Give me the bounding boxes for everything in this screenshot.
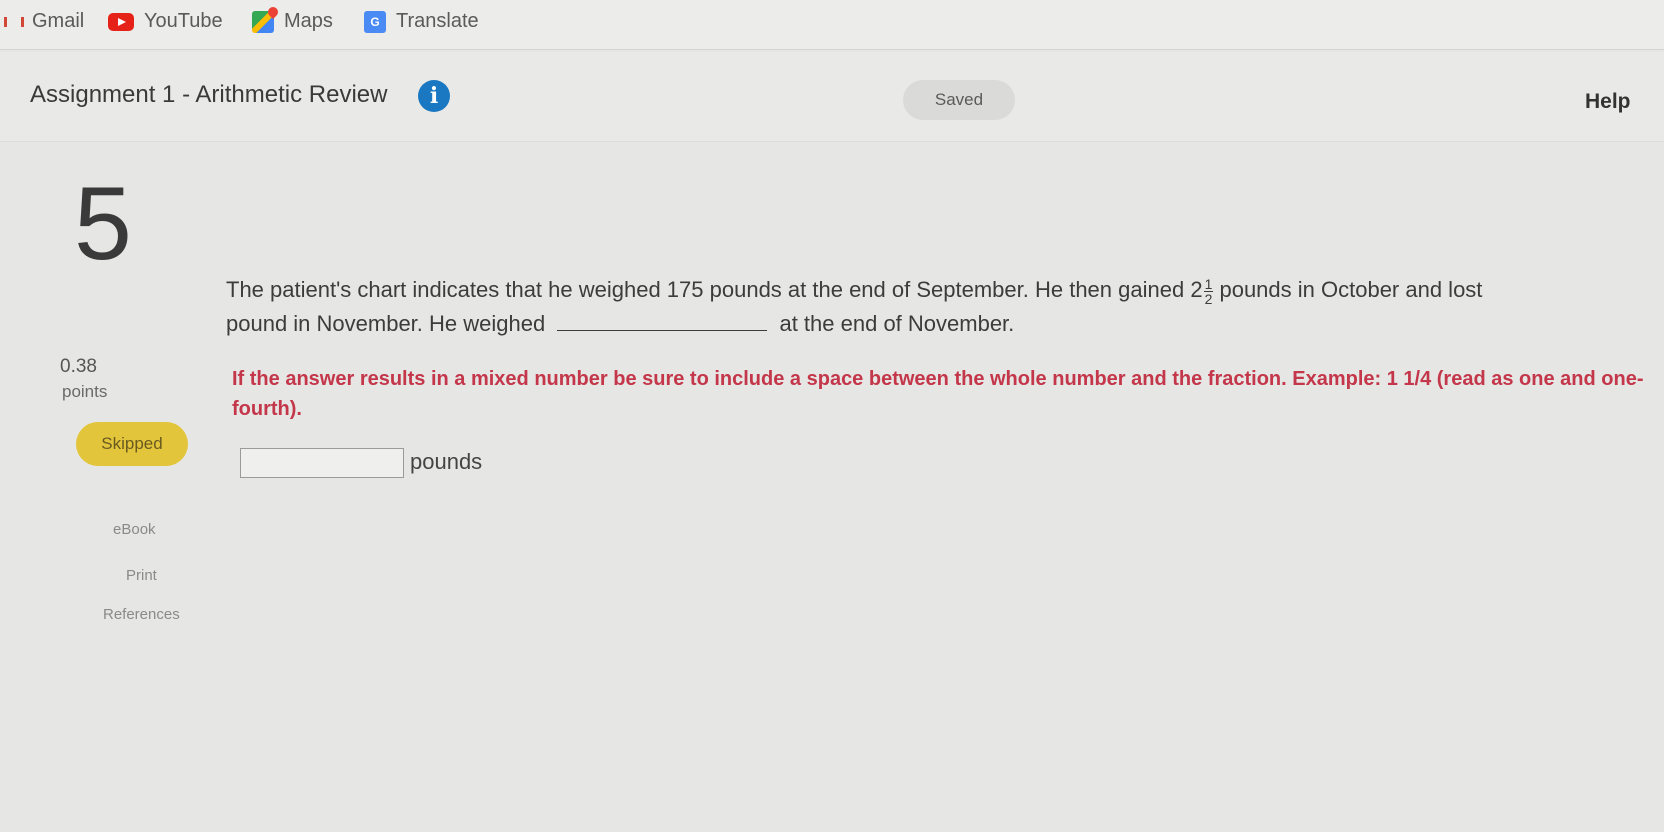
fraction-one-half: 12	[1203, 275, 1214, 307]
maps-icon	[252, 10, 274, 33]
info-icon[interactable]: i	[418, 80, 450, 112]
skipped-status-badge: Skipped	[76, 422, 188, 466]
question-text-part4: at the end of November.	[779, 311, 1015, 336]
bookmark-label: Maps	[284, 10, 333, 32]
unit-label: pounds	[410, 449, 483, 474]
bookmark-label: Gmail	[32, 10, 85, 32]
question-text-part2: pounds in October and lost	[1213, 277, 1483, 302]
help-link[interactable]: Help	[1585, 90, 1631, 114]
translate-icon: G	[364, 10, 386, 33]
fraction-numerator: 1	[1203, 275, 1214, 292]
assignment-header: Assignment 1 - Arithmetic Review i Saved…	[0, 52, 1664, 142]
bookmark-label: YouTube	[144, 10, 223, 32]
answer-input[interactable]	[240, 448, 404, 478]
references-link[interactable]: References	[103, 606, 180, 623]
instruction-text: If the answer results in a mixed number …	[232, 368, 1644, 420]
bookmark-translate[interactable]: G Translate	[364, 10, 479, 33]
points-label: points	[62, 382, 108, 401]
question-text: The patient's chart indicates that he we…	[226, 273, 1664, 341]
print-link[interactable]: Print	[126, 567, 157, 584]
bookmark-maps[interactable]: Maps	[252, 10, 333, 33]
question-text-part3: pound in November. He weighed	[226, 311, 546, 336]
bookmarks-bar: Gmail YouTube Maps G Translate	[0, 0, 1664, 50]
bookmark-youtube[interactable]: YouTube	[108, 10, 223, 33]
assignment-title: Assignment 1 - Arithmetic Review	[30, 81, 388, 108]
question-number: 5	[74, 166, 132, 282]
youtube-icon	[108, 12, 134, 31]
points-value: 0.38	[60, 356, 97, 377]
ebook-link[interactable]: eBook	[113, 521, 156, 538]
answer-blank-line	[557, 309, 768, 331]
fraction-denominator: 2	[1204, 290, 1213, 307]
bookmark-label: Translate	[396, 10, 479, 32]
bookmark-gmail[interactable]: Gmail	[4, 10, 84, 33]
question-text-part1: The patient's chart indicates that he we…	[226, 277, 1203, 302]
saved-status-badge: Saved	[903, 80, 1015, 120]
gmail-icon	[4, 15, 24, 29]
